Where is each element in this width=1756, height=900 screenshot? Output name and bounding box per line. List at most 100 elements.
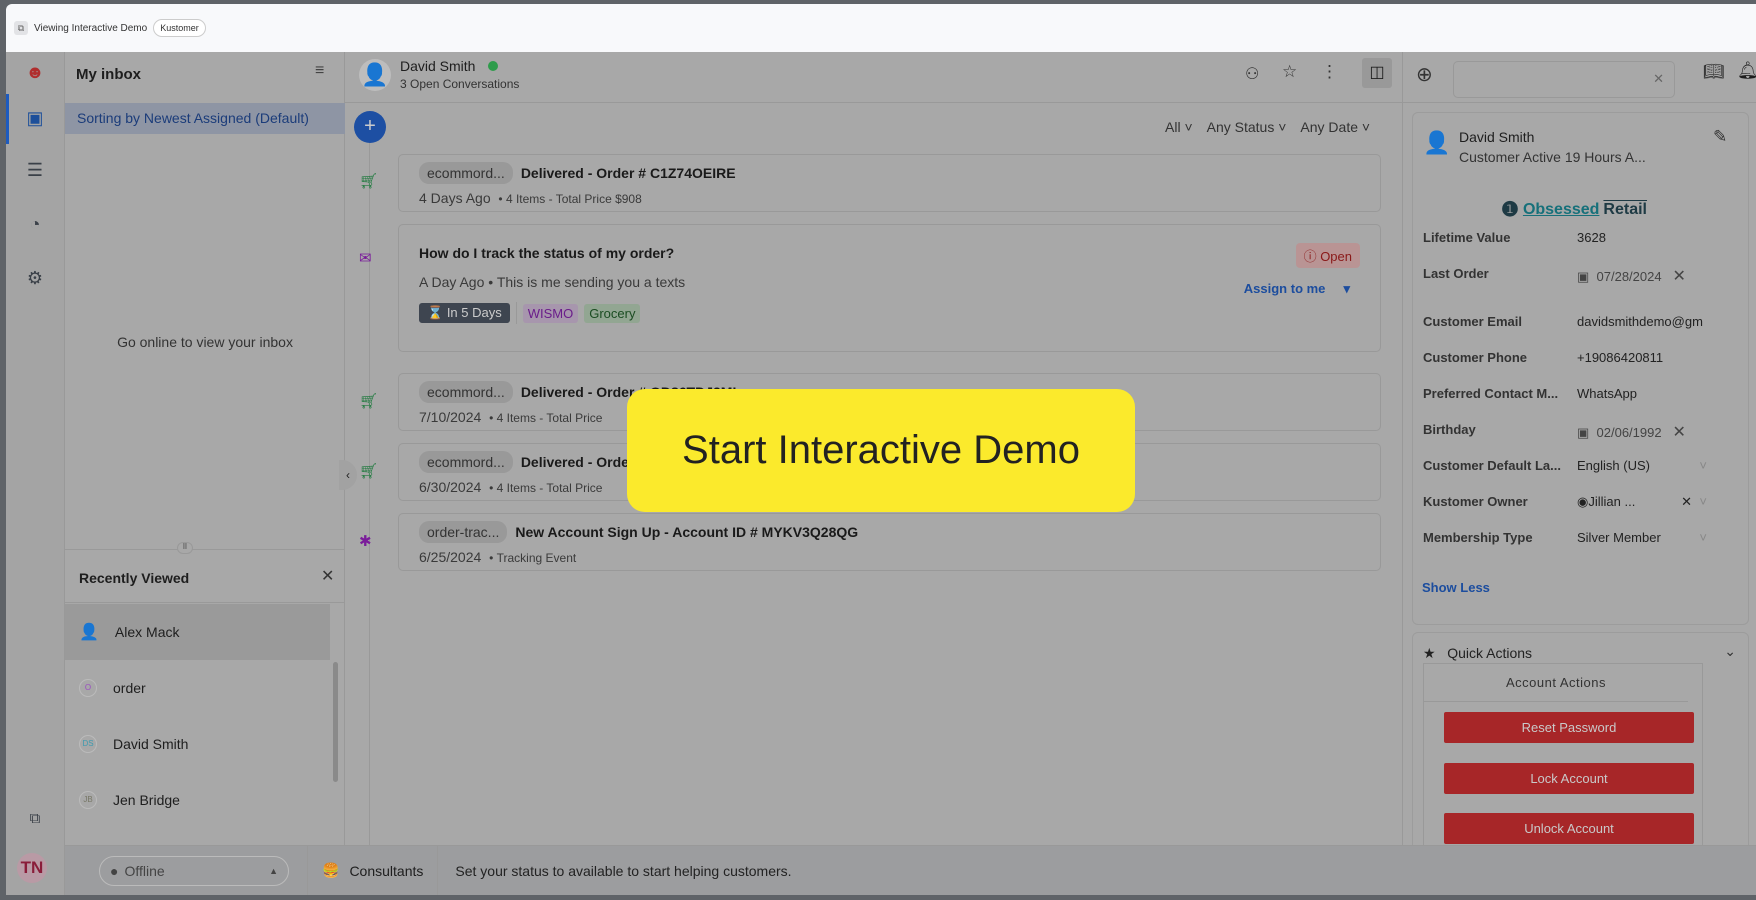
more-icon[interactable]: ⋮	[1321, 62, 1338, 82]
card-date: 6/30/2024	[419, 479, 482, 495]
section-title: Account Actions	[1424, 664, 1688, 702]
lock-account-button[interactable]: Lock Account	[1444, 763, 1694, 794]
channel-chip: order-trac...	[419, 521, 508, 543]
recent-avatar: O	[79, 679, 97, 697]
click-icon: ✱	[359, 533, 372, 550]
phone-field[interactable]: +19086420811	[1577, 350, 1663, 365]
channel-chip: ecommord...	[419, 162, 513, 184]
assign-user-icon[interactable]: ⚇	[1245, 64, 1259, 84]
lifetime-value: 3628	[1577, 230, 1606, 245]
recent-item[interactable]: DS David Smith	[65, 716, 330, 772]
bottom-bar: ● Offline ▲ 🍔 Consultants Set your status …	[65, 845, 1756, 895]
demo-title: Viewing Interactive Demo	[34, 22, 148, 34]
card-date: A Day Ago	[419, 274, 485, 290]
field-label: Kustomer Owner	[1423, 494, 1528, 509]
recent-item-name: order	[113, 680, 146, 696]
card-title: Delivered - Order	[520, 454, 635, 470]
customer-sidebar: ⊕ ✕ 📖︎ 🔔︎ 👤 David Smith Customer Active …	[1403, 52, 1756, 863]
filter-all[interactable]: All ˅	[1165, 119, 1193, 135]
settings-icon[interactable]: ⚙	[21, 264, 49, 292]
channel-chip: ecommord...	[419, 451, 513, 473]
book-icon[interactable]: 📖︎	[1703, 62, 1725, 82]
owner-select[interactable]: ◉Jillian ... ✕ ˅	[1577, 494, 1707, 510]
cart-icon: 🛒︎	[359, 463, 379, 480]
recent-item-name: Alex Mack	[114, 624, 180, 640]
recent-item-name: David Smith	[113, 736, 189, 752]
unlock-account-button[interactable]: Unlock Account	[1444, 813, 1694, 844]
language-select[interactable]: English (US) ˅	[1577, 458, 1707, 473]
filter-date[interactable]: Any Date ˅	[1300, 119, 1370, 135]
recent-item[interactable]: JB Jen Bridge	[65, 772, 330, 828]
active-indicator	[6, 94, 9, 144]
channel-chip: ecommord...	[419, 381, 513, 403]
tag[interactable]: WISMO	[522, 303, 579, 323]
email-field[interactable]: davidsmithdemo@gm	[1577, 314, 1707, 329]
scrollbar[interactable]	[333, 662, 338, 782]
star-icon[interactable]: ☆	[1282, 62, 1297, 82]
resize-handle[interactable]: ⠿	[177, 542, 193, 554]
field-label: Customer Default La...	[1423, 458, 1561, 473]
timeline-card[interactable]: ecommord... Delivered - Order # C1Z74OEIR…	[398, 154, 1381, 212]
status-select[interactable]: ● Offline ▲	[99, 855, 289, 886]
search-list-icon[interactable]: ☰	[21, 156, 49, 184]
timeline-card[interactable]: order-trac... New Account Sign Up - Accou…	[398, 513, 1381, 571]
customer-avatar: 👤	[359, 59, 391, 91]
field-label: Membership Type	[1423, 530, 1533, 545]
field-label: Customer Email	[1423, 314, 1522, 329]
brand-logo: ❶ Obsessed Retail	[1501, 199, 1647, 221]
clear-icon[interactable]: ✕	[1653, 71, 1664, 87]
bell-icon[interactable]: 🔔︎	[1737, 61, 1756, 81]
open-conversations-count: 3 Open Conversations	[400, 77, 520, 91]
tag[interactable]: Grocery	[584, 303, 641, 323]
filter-icon[interactable]: ≡	[315, 62, 324, 80]
collapse-panel-button[interactable]: ‹	[339, 460, 357, 490]
recent-item[interactable]: 👤 Alex Mack	[65, 604, 330, 660]
inbox-icon[interactable]: ▣	[21, 104, 49, 132]
team-selector[interactable]: 🍔 Consultants	[307, 845, 439, 895]
customer-card: 👤 David Smith Customer Active 19 Hours A…	[1412, 112, 1749, 625]
birthday-field[interactable]: ▣ 02/06/1992 ✕	[1577, 422, 1686, 442]
field-label: Customer Phone	[1423, 350, 1528, 365]
card-detail: 4 Items - Total Price $908	[505, 192, 642, 206]
kustomer-logo-icon[interactable]: ☻	[21, 58, 49, 86]
sidebar-toggle-icon[interactable]: ◫	[1362, 58, 1392, 88]
conversation-card[interactable]: How do I track the status of my order? ⓘ…	[398, 224, 1381, 352]
card-date: 6/25/2024	[419, 549, 482, 565]
sorting-option[interactable]: Sorting by Newest Assigned (Default)	[65, 103, 345, 134]
recent-avatar: JB	[79, 791, 97, 809]
windows-icon[interactable]: ⧉	[21, 805, 49, 833]
add-conversation-button[interactable]: +	[354, 111, 386, 143]
divider	[345, 102, 1403, 103]
filter-status[interactable]: Any Status ˅	[1207, 119, 1287, 135]
assign-to-me-button[interactable]: Assign to me ▾	[1244, 281, 1350, 297]
membership-select[interactable]: Silver Member ˅	[1577, 530, 1707, 545]
customer-name[interactable]: David Smith	[400, 58, 475, 74]
message-preview: This is me sending you a texts	[496, 274, 686, 290]
contact-method-field[interactable]: WhatsApp	[1577, 386, 1637, 401]
quick-actions-card: ★ Quick Actions ⌄ Account Actions Reset …	[1412, 632, 1749, 863]
clear-icon: ✕	[1672, 424, 1686, 441]
reset-password-button[interactable]: Reset Password	[1444, 712, 1694, 743]
customer-card-name: David Smith	[1459, 129, 1535, 145]
edit-icon[interactable]: ✎	[1713, 127, 1727, 147]
field-label: Preferred Contact M...	[1423, 386, 1559, 401]
reports-icon[interactable]: ◔	[21, 210, 49, 238]
start-demo-button[interactable]: Start Interactive Demo	[627, 389, 1135, 512]
account-actions-panel: Account Actions Reset Password Lock Acco…	[1423, 663, 1703, 863]
inbox-empty-message: Go online to view your inbox	[117, 334, 293, 350]
avatar[interactable]: TN	[17, 853, 47, 883]
field-label: Lifetime Value	[1423, 230, 1511, 245]
add-icon[interactable]: ⊕	[1416, 62, 1433, 87]
close-icon[interactable]: ✕	[321, 566, 334, 586]
show-less-link[interactable]: Show Less	[1422, 580, 1490, 595]
quick-actions-header[interactable]: ★ Quick Actions	[1423, 645, 1532, 662]
search-input[interactable]: ✕	[1453, 61, 1675, 98]
recent-item[interactable]: Oorder	[65, 660, 330, 716]
last-order-field[interactable]: ▣ 07/28/2024 ✕	[1577, 266, 1686, 286]
recently-viewed-title: Recently Viewed	[79, 570, 190, 586]
inbox-title: My inbox	[76, 66, 142, 83]
chevron-down-icon[interactable]: ⌄	[1724, 643, 1736, 660]
recent-item-name: Jen Bridge	[113, 792, 180, 808]
divider	[515, 302, 517, 324]
left-rail: ☻ ▣ ☰ ◔ ⚙ ⧉ TN	[6, 52, 65, 895]
